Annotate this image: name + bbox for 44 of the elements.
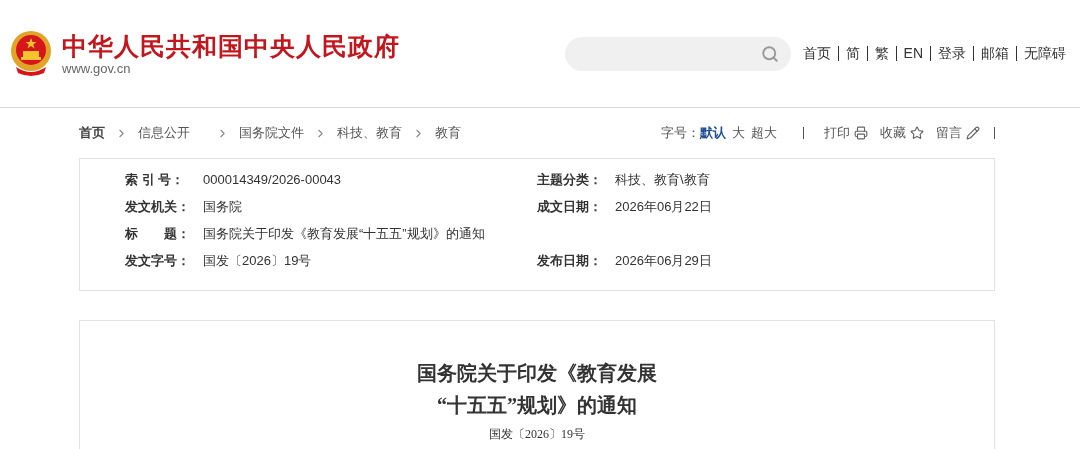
font-size-option[interactable]: 大 (732, 123, 745, 143)
meta-value: 科技、教育\教育 (615, 171, 710, 190)
breadcrumb-link[interactable]: 信息公开 (138, 123, 190, 143)
font-size-option[interactable]: 超大 (751, 123, 777, 143)
site-title[interactable]: 中华人民共和国中央人民政府 (62, 30, 400, 61)
meta-value: 国务院关于印发《教育发展“十五五”规划》的通知 (203, 225, 485, 244)
nav-link[interactable]: 登录 (938, 43, 966, 64)
nav-link[interactable]: 邮箱 (981, 43, 1009, 64)
breadcrumb-link[interactable]: 国务院文件 (239, 123, 304, 143)
breadcrumb-link[interactable]: 教育 (435, 123, 461, 143)
meta-value: 国务院 (203, 198, 242, 217)
meta-label: 索 引 号： (125, 171, 186, 190)
document-number: 国发〔2026〕19号 (489, 426, 585, 443)
nav-link[interactable]: 无障碍 (1024, 43, 1066, 64)
nav-link[interactable]: EN (903, 43, 923, 64)
meta-value: 2026年06月29日 (615, 252, 712, 271)
tool-button[interactable]: 收藏 (880, 123, 924, 143)
font-size-label: 字号： (661, 124, 700, 143)
emblem-icon (8, 28, 54, 79)
meta-label: 主题分类： (537, 171, 603, 190)
meta-label: 发布日期： (537, 252, 603, 271)
document-title: 国务院关于印发《教育发展 (417, 361, 657, 386)
search-field[interactable] (564, 36, 791, 71)
tool-button[interactable]: 留言 (936, 123, 980, 143)
pencil-icon (966, 126, 980, 140)
nav-link[interactable]: 首页 (802, 43, 831, 64)
meta-label: 标 题： (125, 225, 191, 244)
nav-link[interactable]: 简 (845, 43, 860, 64)
document-title: “十五五”规划》的通知 (437, 393, 637, 418)
meta-label: 发文字号： (125, 252, 191, 271)
site-domain: www.gov.cn (62, 60, 132, 77)
meta-value: 2026年06月22日 (615, 198, 712, 217)
meta-value: 000014349/2026-00043 (203, 171, 342, 190)
breadcrumb-link[interactable]: 首页 (79, 123, 105, 143)
nav-link[interactable]: 繁 (874, 43, 889, 64)
tool-button[interactable]: 打印 (824, 123, 868, 143)
printer-icon (854, 126, 868, 140)
breadcrumb-link[interactable]: 科技、教育 (337, 123, 402, 143)
star-icon (910, 126, 924, 140)
meta-value: 国发〔2026〕19号 (203, 252, 312, 271)
search-icon[interactable] (760, 44, 779, 63)
meta-label: 成文日期： (537, 198, 603, 217)
font-size-option[interactable]: 默认 (700, 123, 726, 143)
meta-label: 发文机关： (125, 198, 191, 217)
